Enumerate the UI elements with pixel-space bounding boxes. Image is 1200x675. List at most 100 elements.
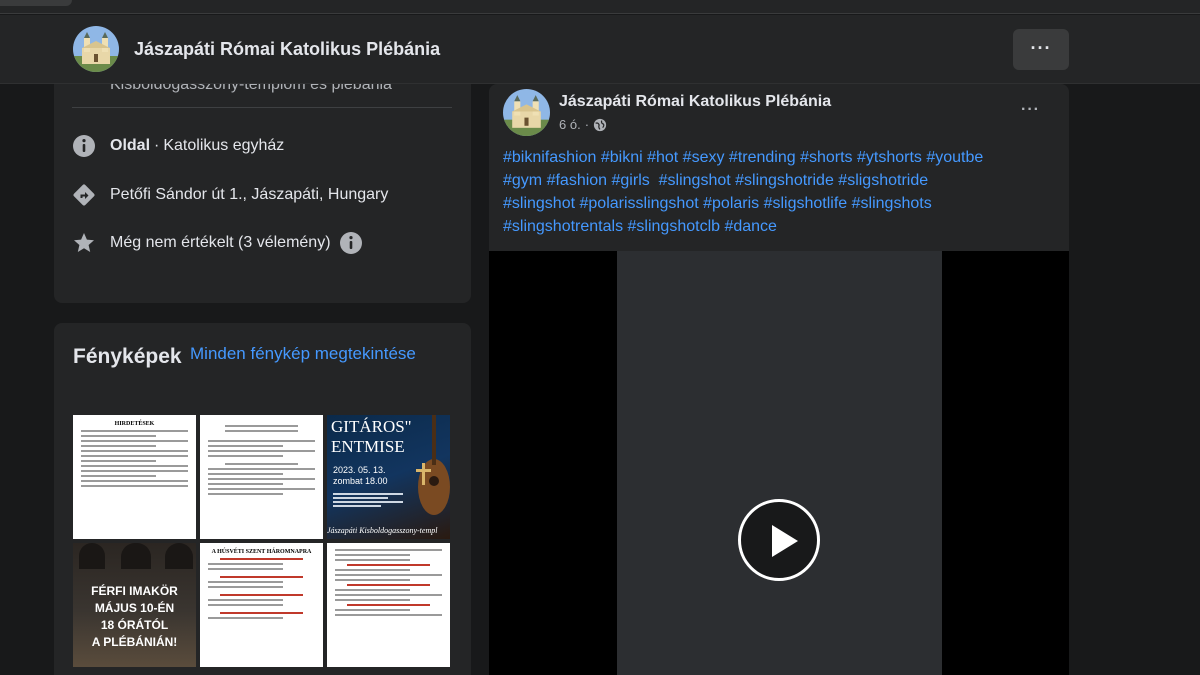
doc-line — [81, 480, 188, 482]
poster-line: 18 ÓRÁTÓL — [100, 618, 169, 632]
page-header: Jászapáti Római Katolikus Plébánia ··· — [0, 15, 1200, 84]
doc-line — [220, 612, 303, 614]
category-separator: · — [154, 137, 160, 154]
doc-line — [81, 450, 188, 452]
doc-line — [81, 445, 156, 447]
doc-line — [81, 455, 188, 457]
doc-line — [225, 430, 298, 432]
church-profile-picture — [503, 89, 550, 136]
photo-thumb-mass-schedule[interactable] — [327, 543, 450, 667]
directions-icon — [72, 183, 96, 207]
poster-line: A PLÉBÁNIÁN! — [91, 635, 178, 649]
doc-line — [208, 563, 283, 565]
doc-line — [208, 617, 283, 619]
doc-line — [81, 435, 156, 437]
doc-line — [208, 440, 315, 442]
church-profile-picture — [73, 26, 119, 72]
concert-small-text — [333, 491, 403, 509]
doc-line — [208, 450, 315, 452]
doc-line — [335, 579, 410, 581]
doc-line — [347, 564, 430, 566]
doc-line — [347, 584, 430, 586]
doc-line — [81, 440, 188, 442]
poster-line: FÉRFI IMAKÖR — [91, 584, 178, 598]
address-text[interactable]: Petőfi Sándor út 1., Jászapáti, Hungary — [110, 186, 388, 204]
post-time-separator: · — [584, 117, 590, 132]
divider — [72, 107, 452, 108]
doc-line — [220, 576, 303, 578]
post-timestamp: 6 ó. · — [559, 117, 607, 132]
doc-line — [225, 425, 298, 427]
photo-thumb-concert[interactable]: GITÁROS" ENTMISE 2023. 05. 13. zombat 18… — [327, 415, 450, 539]
photos-card: Fényképek Minden fénykép megtekintése HI… — [54, 323, 471, 675]
doc-line — [335, 614, 442, 616]
doc-line — [208, 493, 283, 495]
photo-thumb-schedule[interactable] — [200, 415, 323, 539]
post-author-name[interactable]: Jászapáti Római Katolikus Plébánia — [559, 93, 831, 111]
concert-footer: Jászapáti Kisboldogasszony-templ — [327, 526, 438, 535]
guitar-image — [416, 415, 450, 515]
doc-line — [208, 581, 283, 583]
see-all-photos-link[interactable]: Minden fénykép megtekintése — [190, 344, 416, 364]
doc-line — [81, 465, 188, 467]
doc-line — [208, 604, 283, 606]
category-value[interactable]: Katolikus egyház — [163, 137, 284, 155]
doc-line — [335, 589, 410, 591]
play-icon[interactable] — [738, 499, 820, 581]
star-icon — [72, 231, 96, 255]
concert-date: 2023. 05. 13. zombat 18.00 — [333, 465, 388, 487]
doc-line — [81, 460, 156, 462]
concert-time-line: zombat 18.00 — [333, 476, 388, 486]
photo-thumb-prayer-group[interactable]: FÉRFI IMAKÖR MÁJUS 10-ÉN 18 ÓRÁTÓL A PLÉ… — [73, 543, 196, 667]
photo-thumb-announcements[interactable]: HIRDETÉSEK — [73, 415, 196, 539]
tab-nub — [0, 0, 72, 6]
post-more-button[interactable]: ··· — [1021, 101, 1040, 119]
doc-line — [208, 455, 283, 457]
photo-thumb-easter-program[interactable]: A HÚSVÉTI SZENT HÁROMNAPRA — [200, 543, 323, 667]
doc-line — [335, 574, 442, 576]
page-title[interactable]: Jászapáti Római Katolikus Plébánia — [134, 39, 440, 60]
info-icon — [72, 134, 96, 158]
doc-line — [208, 473, 283, 475]
concert-title-line: ENTMISE — [331, 437, 405, 456]
post-card: Jászapáti Római Katolikus Plébánia 6 ó. … — [489, 84, 1069, 675]
doc-line — [220, 594, 303, 596]
doc-line — [208, 568, 283, 570]
concert-date-line: 2023. 05. 13. — [333, 465, 386, 475]
doc-line — [208, 483, 283, 485]
doc-line — [220, 558, 303, 560]
doc-line — [347, 604, 430, 606]
doc-line — [81, 470, 188, 472]
page-avatar[interactable] — [73, 26, 119, 72]
category-row: Oldal · Katolikus egyház — [72, 134, 284, 158]
rating-text: Még nem értékelt (3 vélemény) — [110, 234, 331, 251]
person-silhouette — [79, 543, 105, 569]
doc-line — [335, 554, 410, 556]
doc-line — [81, 430, 188, 432]
post-hashtags-text[interactable]: #biknifashion #bikni #hot #sexy #trendin… — [503, 146, 1059, 238]
video-frame[interactable] — [617, 251, 942, 675]
photos-title[interactable]: Fényképek — [73, 343, 183, 371]
doc-line — [208, 445, 283, 447]
doc-line — [335, 569, 410, 571]
poster-line: MÁJUS 10-ÉN — [94, 601, 175, 615]
prayer-poster-text: FÉRFI IMAKÖR MÁJUS 10-ÉN 18 ÓRÁTÓL A PLÉ… — [73, 583, 196, 651]
concert-title-line: GITÁROS" — [331, 417, 412, 436]
globe-icon — [593, 118, 607, 132]
doc-line — [335, 609, 410, 611]
doc-line — [335, 549, 442, 551]
post-time[interactable]: 6 ó. — [559, 117, 581, 132]
concert-title: GITÁROS" ENTMISE — [331, 417, 412, 457]
video-player[interactable] — [489, 251, 1069, 675]
category-label: Oldal — [110, 137, 151, 154]
more-options-button[interactable]: ··· — [1013, 29, 1069, 70]
rating-info-icon[interactable] — [339, 231, 363, 255]
photo-grid: HIRDETÉSEK GITÁROS" ENTMISE 2023. 05. 13… — [73, 415, 453, 667]
thumb-title: A HÚSVÉTI SZENT HÁROMNAPRA — [211, 549, 312, 555]
doc-line — [81, 475, 156, 477]
doc-line — [335, 599, 410, 601]
post-author-avatar[interactable] — [503, 89, 550, 136]
doc-line — [225, 463, 298, 465]
doc-line — [335, 559, 410, 561]
doc-line — [208, 478, 315, 480]
